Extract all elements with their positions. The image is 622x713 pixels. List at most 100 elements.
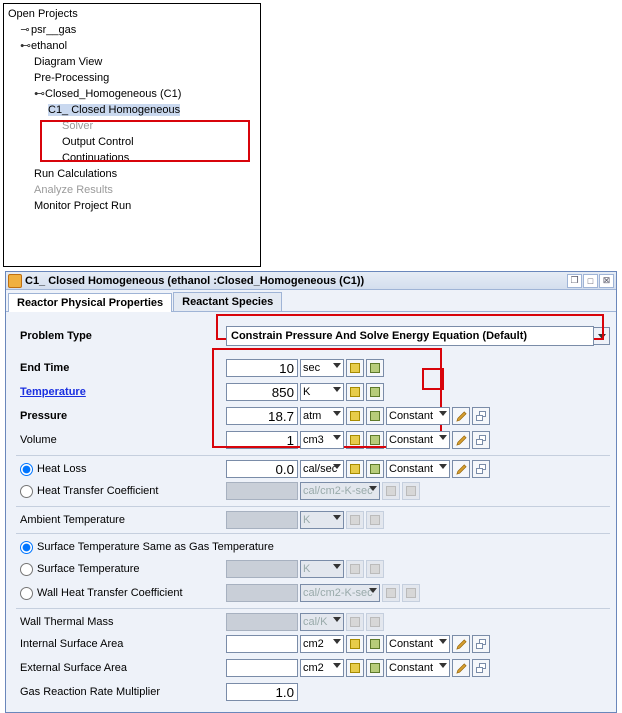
unit-toggle-a-icon[interactable]	[346, 359, 364, 377]
duplicate-icon[interactable]	[472, 635, 490, 653]
project-tree-panel: Open Projects ⊸psr__gas ⊷ethanol Diagram…	[3, 3, 261, 267]
isa-unit-select[interactable]: cm2	[300, 635, 344, 653]
unit-toggle-b-icon[interactable]	[366, 407, 384, 425]
pressure-input[interactable]	[226, 407, 298, 425]
pressure-unit-select[interactable]: atm	[300, 407, 344, 425]
unit-toggle-a-icon[interactable]	[346, 383, 364, 401]
label-end-time: End Time	[16, 362, 226, 374]
duplicate-icon[interactable]	[472, 659, 490, 677]
heat-loss-input[interactable]	[226, 460, 298, 478]
label-pressure: Pressure	[16, 410, 226, 422]
label-wall-heat-transfer-coef: Wall Heat Transfer Coefficient	[16, 587, 226, 600]
tree-item-closed-homogeneous[interactable]: ⊷Closed_Homogeneous (C1)	[8, 86, 256, 102]
unit-toggle-b-icon[interactable]	[366, 359, 384, 377]
tree-item-solver[interactable]: Solver	[8, 118, 256, 134]
tree-root[interactable]: Open Projects	[8, 6, 256, 22]
heat-loss-radio[interactable]	[20, 463, 33, 476]
wall-thermal-mass-input	[226, 613, 298, 631]
edit-icon[interactable]	[452, 635, 470, 653]
label-gas-reaction-rate-mult: Gas Reaction Rate Multiplier	[16, 686, 226, 698]
label-external-surface-area: External Surface Area	[16, 662, 226, 674]
unit-toggle-a-icon[interactable]	[346, 460, 364, 478]
duplicate-icon[interactable]	[472, 407, 490, 425]
grrm-input[interactable]	[226, 683, 298, 701]
restore-down-icon[interactable]: ❐	[567, 274, 582, 288]
edit-icon[interactable]	[452, 407, 470, 425]
ambient-temperature-input	[226, 511, 298, 529]
unit-toggle-b-icon	[366, 613, 384, 631]
tree-proj-ethanol[interactable]: ⊷ethanol	[8, 38, 256, 54]
end-time-unit-select[interactable]: sec	[300, 359, 344, 377]
tab-reactant-species[interactable]: Reactant Species	[173, 292, 282, 311]
edit-icon[interactable]	[452, 431, 470, 449]
label-surface-same-as-gas: Surface Temperature Same as Gas Temperat…	[16, 541, 416, 554]
tree-handle-open-icon[interactable]: ⊷	[34, 86, 44, 102]
c1-closed-homogeneous-panel: C1_ Closed Homogeneous (ethanol :Closed_…	[5, 271, 617, 713]
volume-mode-select[interactable]: Constant	[386, 431, 450, 449]
heat-loss-unit-select[interactable]: cal/sec	[300, 460, 344, 478]
maximize-icon[interactable]: □	[583, 274, 598, 288]
close-icon[interactable]: ⊠	[599, 274, 614, 288]
unit-toggle-b-icon[interactable]	[366, 635, 384, 653]
isa-input[interactable]	[226, 635, 298, 653]
tree-item-monitor-project-run[interactable]: Monitor Project Run	[8, 198, 256, 214]
chevron-down-icon[interactable]	[594, 327, 610, 345]
wall-htc-input	[226, 584, 298, 602]
label-internal-surface-area: Internal Surface Area	[16, 638, 226, 650]
unit-toggle-a-icon[interactable]	[346, 431, 364, 449]
unit-toggle-b-icon[interactable]	[366, 383, 384, 401]
tree-item-run-calculations[interactable]: Run Calculations	[8, 166, 256, 182]
unit-toggle-b-icon[interactable]	[366, 431, 384, 449]
unit-toggle-b-icon[interactable]	[366, 460, 384, 478]
temperature-unit-select[interactable]: K	[300, 383, 344, 401]
edit-icon[interactable]	[452, 659, 470, 677]
esa-unit-select[interactable]: cm2	[300, 659, 344, 677]
unit-toggle-a-icon[interactable]	[346, 659, 364, 677]
volume-unit-select[interactable]: cm3	[300, 431, 344, 449]
surface-same-radio[interactable]	[20, 541, 33, 554]
volume-input[interactable]	[226, 431, 298, 449]
label-ambient-temperature: Ambient Temperature	[16, 514, 226, 526]
isa-mode-select[interactable]: Constant	[386, 635, 450, 653]
esa-input[interactable]	[226, 659, 298, 677]
temperature-input[interactable]	[226, 383, 298, 401]
tree-item-analyze-results[interactable]: Analyze Results	[8, 182, 256, 198]
problem-type-select[interactable]: Constrain Pressure And Solve Energy Equa…	[226, 326, 594, 346]
wall-htc-unit-select: cal/cm2-K-sec	[300, 584, 380, 602]
esa-mode-select[interactable]: Constant	[386, 659, 450, 677]
tree-item-diagram-view[interactable]: Diagram View	[8, 54, 256, 70]
label-volume: Volume	[16, 434, 226, 446]
tree-handle-open-icon[interactable]: ⊷	[20, 38, 30, 54]
label-temperature[interactable]: Temperature	[16, 386, 226, 398]
ambient-unit-select: K	[300, 511, 344, 529]
tree-item-pre-processing[interactable]: Pre-Processing	[8, 70, 256, 86]
pressure-mode-select[interactable]: Constant	[386, 407, 450, 425]
duplicate-icon[interactable]	[472, 460, 490, 478]
unit-toggle-a-icon[interactable]	[346, 407, 364, 425]
tree-proj-psr-gas[interactable]: ⊸psr__gas	[8, 22, 256, 38]
wall-htc-radio[interactable]	[20, 587, 33, 600]
tree-handle-icon[interactable]: ⊸	[20, 22, 30, 38]
label-problem-type: Problem Type	[16, 330, 226, 342]
tree-item-output-control[interactable]: Output Control	[8, 134, 256, 150]
end-time-input[interactable]	[226, 359, 298, 377]
label-surface-temperature: Surface Temperature	[16, 563, 226, 576]
unit-toggle-a-icon	[346, 511, 364, 529]
unit-toggle-b-icon	[402, 482, 420, 500]
surface-temperature-input	[226, 560, 298, 578]
edit-icon[interactable]	[452, 460, 470, 478]
unit-toggle-b-icon[interactable]	[366, 659, 384, 677]
tree-item-continuations[interactable]: Continuations	[8, 150, 256, 166]
tree-item-c1-closed-homogeneous[interactable]: C1_ Closed Homogeneous	[8, 102, 256, 118]
unit-toggle-b-icon	[366, 560, 384, 578]
unit-toggle-a-icon	[346, 613, 364, 631]
htc-unit-select: cal/cm2-K-sec	[300, 482, 380, 500]
surface-temp-unit-select: K	[300, 560, 344, 578]
heat-transfer-coef-radio[interactable]	[20, 485, 33, 498]
tab-reactor-physical-properties[interactable]: Reactor Physical Properties	[8, 293, 172, 312]
duplicate-icon[interactable]	[472, 431, 490, 449]
tab-strip: Reactor Physical Properties Reactant Spe…	[6, 290, 616, 312]
surface-temperature-radio[interactable]	[20, 563, 33, 576]
heat-loss-mode-select[interactable]: Constant	[386, 460, 450, 478]
unit-toggle-a-icon[interactable]	[346, 635, 364, 653]
